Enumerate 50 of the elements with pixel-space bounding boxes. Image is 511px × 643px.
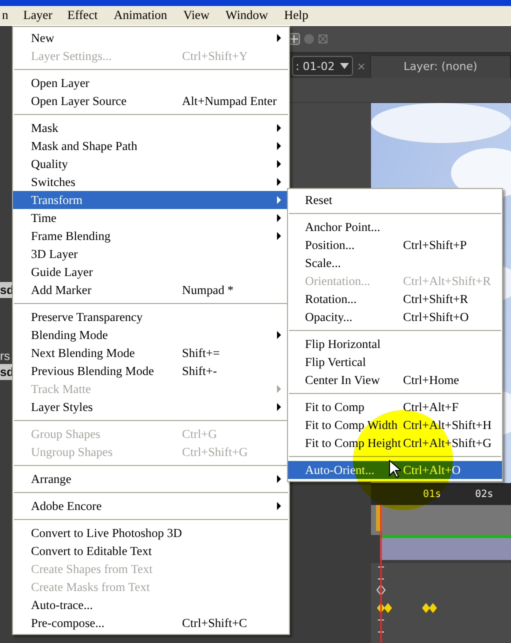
menu-item[interactable]: Convert to Editable Text <box>13 542 289 560</box>
menu-item[interactable]: Reset <box>288 191 502 209</box>
menu-bar-item[interactable]: Effect <box>61 6 104 25</box>
menu-bar-item[interactable]: Animation <box>108 6 174 25</box>
ruler-label: 01s <box>423 488 442 500</box>
caret-icon <box>340 63 349 69</box>
menu-item[interactable]: Fit to Comp Ctrl+Alt+F <box>288 398 502 416</box>
menu-item[interactable]: Opacity... Ctrl+Shift+O <box>288 308 502 326</box>
layer-name-text: rs <box>0 348 11 364</box>
menu-item[interactable]: Add Marker Numpad * <box>13 281 289 299</box>
menu-item[interactable]: Open Layer <box>13 74 289 92</box>
menu-item[interactable]: Flip Vertical <box>288 353 502 371</box>
menu-item[interactable]: Previous Blending Mode Shift+- <box>13 362 289 380</box>
menu-item[interactable]: Switches <box>13 173 289 191</box>
menu-item[interactable]: Quality <box>13 155 289 173</box>
menu-item[interactable]: Adobe Encore <box>13 497 289 515</box>
menu-item[interactable]: Time <box>13 209 289 227</box>
menu-bar-item[interactable]: Help <box>278 6 314 25</box>
menu-item[interactable]: Transform <box>13 191 289 209</box>
menu-item[interactable]: Open Layer Source Alt+Numpad Enter <box>13 92 289 110</box>
menu-item[interactable]: Position... Ctrl+Shift+P <box>288 236 502 254</box>
menu-item[interactable]: 3D Layer <box>13 245 289 263</box>
menu-item[interactable]: Arrange <box>13 470 289 488</box>
menu-item[interactable]: Mask <box>13 119 289 137</box>
menu-item[interactable]: Scale... <box>288 254 502 272</box>
sphere-icon <box>304 34 314 44</box>
menu-item[interactable]: Flip Horizontal <box>288 335 502 353</box>
menu-bar-item[interactable]: Layer <box>18 7 58 24</box>
menu-item[interactable]: Layer Styles <box>13 398 289 416</box>
menu-item[interactable]: Next Blending Mode Shift+= <box>13 344 289 362</box>
menu-item[interactable]: Blending Mode <box>13 326 289 344</box>
menu-item[interactable]: Rotation... Ctrl+Shift+R <box>288 290 502 308</box>
menu-item[interactable]: Frame Blending <box>13 227 289 245</box>
mouse-pointer-icon <box>389 460 401 478</box>
menu-bar-item[interactable]: View <box>177 6 216 25</box>
menu-bar-item[interactable]: Window <box>220 6 274 25</box>
menu-item[interactable]: Convert to Live Photoshop 3D <box>13 524 289 542</box>
menu-item[interactable]: Center In View Ctrl+Home <box>288 371 502 389</box>
menu-item[interactable]: Pre-compose... Ctrl+Shift+C <box>13 614 289 632</box>
menu-item[interactable]: Guide Layer <box>13 263 289 281</box>
tool-icon <box>318 34 328 44</box>
menu-item[interactable]: Mask and Shape Path <box>13 137 289 155</box>
menu-item[interactable]: Anchor Point... <box>288 218 502 236</box>
panel-tab[interactable]: Layer: (none) <box>370 54 511 78</box>
composition-dropdown[interactable]: : 01-02 <box>292 56 353 76</box>
menu-item[interactable]: Auto-trace... <box>13 596 289 614</box>
menu-bar-item[interactable]: n <box>0 6 14 25</box>
ruler-label: 02s <box>475 488 494 500</box>
menu-item[interactable]: New <box>13 29 289 47</box>
menu-item[interactable]: Preserve Transparency <box>13 308 289 326</box>
